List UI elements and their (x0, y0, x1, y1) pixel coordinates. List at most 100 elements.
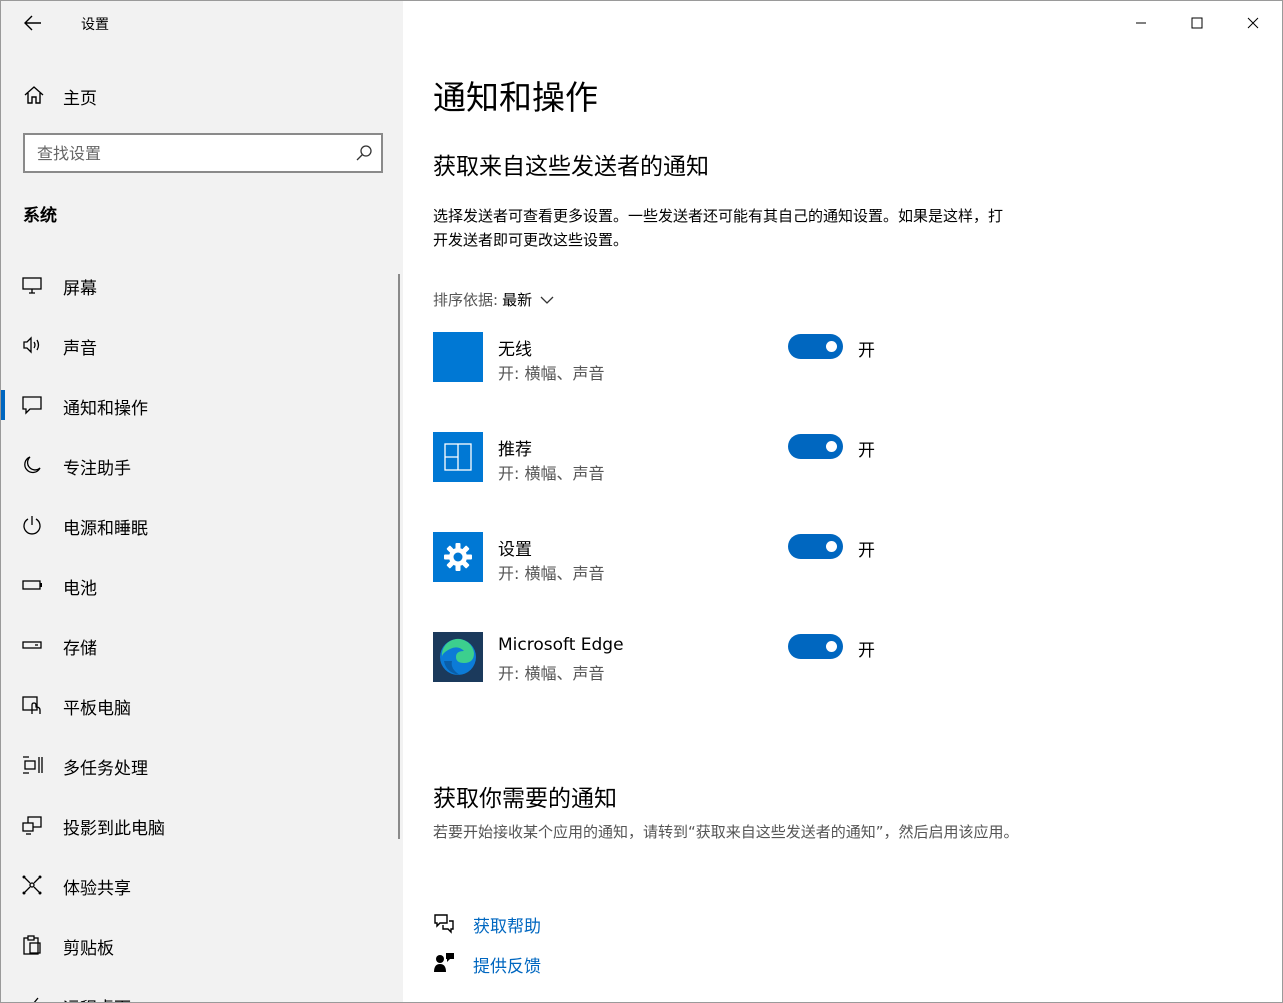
toggle-knob (826, 341, 837, 352)
sender-list: 无线 开: 横幅、声音 开 推荐 开: 横幅、声音 开 设置 开: 横幅、声音 … (433, 332, 933, 732)
sender-name: 无线 (498, 340, 532, 360)
toggle-state-label: 开 (858, 541, 875, 561)
sender-status: 开: 横幅、声音 (498, 664, 605, 683)
message-icon (22, 396, 42, 415)
sidebar-item-label: 剪贴板 (63, 939, 114, 959)
sidebar-item-focus-assist[interactable]: 专注助手 (1, 435, 399, 495)
clipboard-icon (23, 935, 41, 955)
search-input[interactable] (37, 141, 337, 165)
sidebar-item-label: 多任务处理 (63, 759, 148, 779)
active-indicator (1, 390, 5, 420)
sidebar-item-notifications[interactable]: 通知和操作 (1, 375, 399, 435)
toggle-state-label: 开 (858, 341, 875, 361)
section-title-senders: 获取来自这些发送者的通知 (433, 154, 709, 180)
sidebar-item-shared-experiences[interactable]: 体验共享 (1, 855, 399, 915)
link-label: 获取帮助 (473, 917, 541, 937)
toggle-state-label: 开 (858, 441, 875, 461)
sender-status: 开: 横幅、声音 (498, 464, 605, 483)
toggle-knob (826, 441, 837, 452)
app-title: 设置 (81, 17, 109, 33)
sender-name: 推荐 (498, 440, 532, 460)
sidebar-item-label: 远程桌面 (63, 994, 131, 1002)
help-chat-icon (434, 914, 454, 934)
sender-row-suggested[interactable]: 推荐 开: 横幅、声音 开 (433, 432, 933, 532)
sidebar: 设置 主页 系统 屏幕 声音 通知和操作 (1, 1, 403, 1002)
notification-toggle[interactable] (788, 334, 843, 359)
suggested-app-icon (433, 432, 483, 482)
notification-toggle[interactable] (788, 634, 843, 659)
link-label: 提供反馈 (473, 957, 541, 977)
settings-window: 设置 主页 系统 屏幕 声音 通知和操作 (0, 0, 1283, 1003)
home-icon (24, 86, 44, 104)
section-description: 选择发送者可查看更多设置。一些发送者还可能有其自己的通知设置。如果是这样，打开发… (433, 207, 1004, 249)
sidebar-item-home[interactable]: 主页 (1, 75, 403, 115)
sort-label: 排序依据: (433, 291, 499, 309)
sidebar-item-label: 投影到此电脑 (63, 819, 165, 839)
edge-logo-icon (433, 632, 483, 682)
monitor-icon (22, 277, 42, 294)
sidebar-item-battery[interactable]: 电池 (1, 555, 399, 615)
feedback-icon (434, 953, 454, 972)
sidebar-item-remote-desktop[interactable]: 远程桌面 (1, 975, 399, 1002)
sidebar-item-multitasking[interactable]: 多任务处理 (1, 735, 399, 795)
help-links: 获取帮助 提供反馈 (433, 909, 733, 989)
notification-toggle[interactable] (788, 534, 843, 559)
sidebar-item-label: 通知和操作 (63, 399, 148, 419)
wireless-app-icon (433, 332, 483, 382)
sender-status: 开: 横幅、声音 (498, 364, 605, 383)
sort-dropdown[interactable]: 排序依据: 最新 (433, 289, 554, 310)
section-title-get-notifications: 获取你需要的通知 (433, 786, 617, 812)
search-box[interactable] (23, 133, 383, 173)
toggle-knob (826, 641, 837, 652)
sort-value: 最新 (502, 291, 533, 309)
battery-icon (22, 580, 42, 590)
moon-icon (24, 456, 41, 474)
sender-row-settings[interactable]: 设置 开: 横幅、声音 开 (433, 532, 933, 632)
sidebar-nav: 屏幕 声音 通知和操作 专注助手 电源和睡眠 电池 存储 平板电脑 多任务处理 … (1, 255, 403, 1002)
sidebar-item-label: 主页 (63, 89, 97, 109)
storage-icon (22, 641, 42, 649)
sidebar-item-label: 平板电脑 (63, 699, 131, 719)
project-icon (22, 816, 42, 835)
back-button[interactable] (17, 9, 49, 37)
sidebar-item-display[interactable]: 屏幕 (1, 255, 399, 315)
sidebar-item-label: 屏幕 (63, 279, 97, 299)
sender-status: 开: 横幅、声音 (498, 564, 605, 583)
sidebar-item-storage[interactable]: 存储 (1, 615, 399, 675)
sender-row-edge[interactable]: Microsoft Edge 开: 横幅、声音 开 (433, 632, 933, 732)
search-icon[interactable] (355, 144, 373, 162)
speaker-icon (23, 336, 40, 354)
share-icon (22, 875, 42, 895)
sender-name: 设置 (498, 540, 532, 560)
chevron-down-icon (540, 296, 554, 304)
sidebar-item-label: 电池 (63, 579, 97, 599)
power-icon (23, 516, 41, 535)
sender-name: Microsoft Edge (498, 635, 624, 655)
section-label-system: 系统 (23, 206, 57, 226)
give-feedback-link[interactable]: 提供反馈 (433, 949, 733, 989)
remote-icon (33, 997, 39, 1002)
main-content: 通知和操作 获取来自这些发送者的通知 选择发送者可查看更多设置。一些发送者还可能… (403, 1, 1282, 1002)
sidebar-item-sound[interactable]: 声音 (1, 315, 399, 375)
section-hint: 若要开始接收某个应用的通知，请转到“获取来自这些发送者的通知”，然后启用该应用。 (433, 823, 1019, 841)
sidebar-item-label: 声音 (63, 339, 97, 359)
multitask-icon (23, 756, 43, 774)
page-title: 通知和操作 (433, 78, 598, 117)
sidebar-item-tablet[interactable]: 平板电脑 (1, 675, 399, 735)
settings-gear-icon (433, 532, 483, 582)
get-help-link[interactable]: 获取帮助 (433, 909, 733, 949)
toggle-state-label: 开 (858, 641, 875, 661)
notification-toggle[interactable] (788, 434, 843, 459)
sidebar-item-label: 存储 (63, 639, 97, 659)
sidebar-item-power-sleep[interactable]: 电源和睡眠 (1, 495, 399, 555)
sender-row-wireless[interactable]: 无线 开: 横幅、声音 开 (433, 332, 933, 432)
tablet-icon (22, 696, 41, 714)
sidebar-item-label: 电源和睡眠 (63, 519, 148, 539)
toggle-knob (826, 541, 837, 552)
sidebar-item-label: 专注助手 (63, 459, 131, 479)
sidebar-item-clipboard[interactable]: 剪贴板 (1, 915, 399, 975)
back-arrow-icon (24, 15, 41, 31)
sidebar-scrollbar[interactable] (398, 274, 400, 839)
sidebar-item-label: 体验共享 (63, 879, 131, 899)
sidebar-item-project[interactable]: 投影到此电脑 (1, 795, 399, 855)
